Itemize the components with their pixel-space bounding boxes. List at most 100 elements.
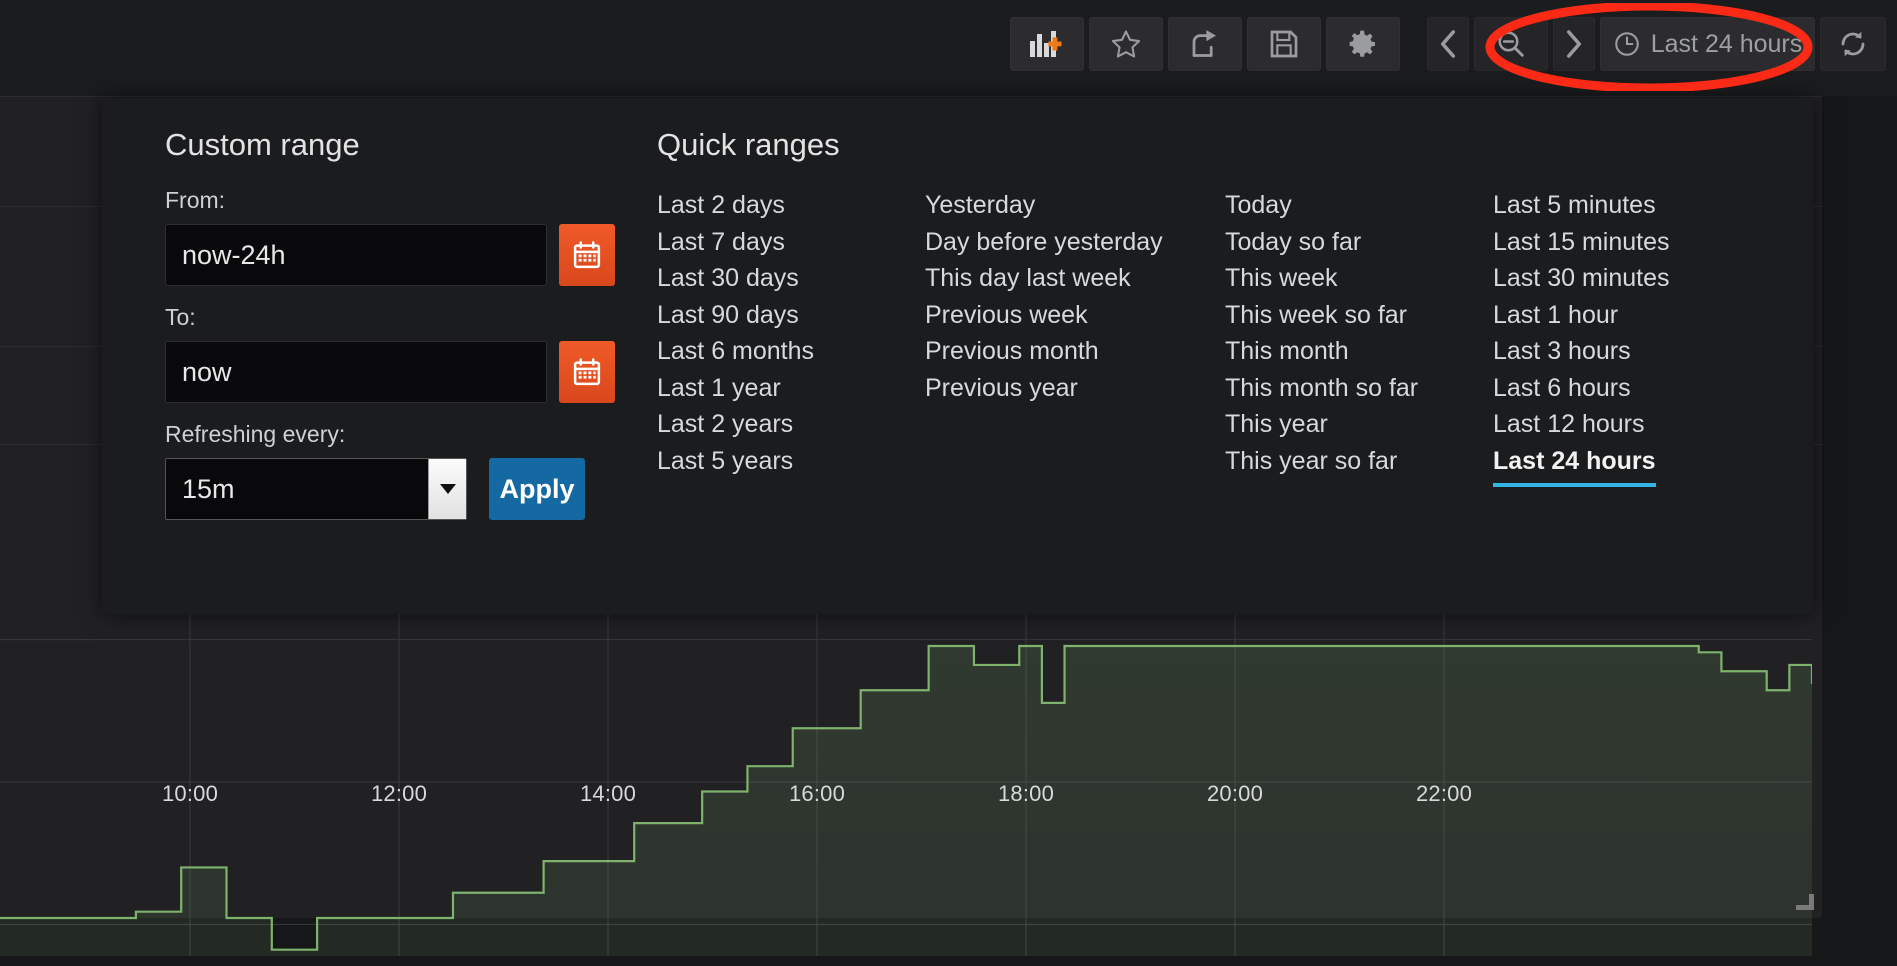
quick-ranges-section: Quick ranges Last 2 days Last 7 days Last …	[649, 127, 1812, 520]
quick-range-item[interactable]: This year so far	[1225, 443, 1397, 480]
quick-range-item[interactable]: This day last week	[925, 260, 1131, 297]
calendar-icon	[573, 358, 601, 386]
quick-range-item[interactable]: This year	[1225, 406, 1328, 443]
quick-range-item[interactable]: Last 2 years	[657, 406, 793, 443]
quick-range-row: Last 2 days	[657, 187, 925, 224]
refresh-icon	[1841, 31, 1865, 57]
star-button[interactable]	[1089, 17, 1163, 71]
quick-range-row: Previous month	[925, 333, 1225, 370]
quick-range-item[interactable]: Last 30 minutes	[1493, 260, 1670, 297]
gear-icon	[1349, 30, 1375, 57]
quick-range-row: Last 6 hours	[1493, 370, 1761, 407]
quick-range-item[interactable]: This week so far	[1225, 297, 1407, 334]
panel-divider	[0, 96, 1822, 97]
time-shift-forward-button[interactable]	[1553, 17, 1595, 71]
quick-range-item[interactable]: Last 12 hours	[1493, 406, 1645, 443]
quick-range-item[interactable]: Last 90 days	[657, 297, 799, 334]
refresh-interval-select[interactable]: 15m	[165, 458, 467, 520]
dashboard-root: 10:00 12:00 14:00 16:00 18:00 20:00 22:00	[0, 0, 1897, 966]
x-axis-tick-label: 20:00	[1206, 781, 1264, 806]
quick-range-item[interactable]: Last 30 days	[657, 260, 799, 297]
quick-range-row: Day before yesterday	[925, 224, 1225, 261]
refresh-interval-select-wrap: 15m	[165, 458, 467, 520]
quick-range-row: This week	[1225, 260, 1493, 297]
quick-range-item[interactable]: Last 2 days	[657, 187, 785, 224]
panel-resize-handle[interactable]	[1796, 892, 1814, 910]
quick-range-row: Last 7 days	[657, 224, 925, 261]
apply-button[interactable]: Apply	[489, 458, 585, 520]
quick-range-row: This day last week	[925, 260, 1225, 297]
quick-range-row: Today so far	[1225, 224, 1493, 261]
graph-x-axis: 10:00 12:00 14:00 16:00 18:00 20:00 22:00	[0, 781, 1812, 821]
quick-range-row: Last 90 days	[657, 297, 925, 334]
quick-range-row: Last 12 hours	[1493, 406, 1761, 443]
quick-range-row: This month	[1225, 333, 1493, 370]
settings-button[interactable]	[1326, 17, 1400, 71]
refresh-row: 15m Apply	[165, 458, 649, 520]
quick-range-row: Last 2 years	[657, 406, 925, 443]
quick-range-row: Last 1 year	[657, 370, 925, 407]
quick-range-row: Today	[1225, 187, 1493, 224]
to-input[interactable]	[165, 341, 547, 403]
quick-range-item[interactable]: Last 15 minutes	[1493, 224, 1670, 261]
quick-range-item[interactable]: This month so far	[1225, 370, 1418, 407]
quick-ranges-column-2: Yesterday Day before yesterday This day la…	[925, 187, 1225, 479]
quick-range-row: This year	[1225, 406, 1493, 443]
quick-range-item[interactable]: Last 24 hours	[1493, 443, 1656, 487]
quick-range-item[interactable]: Previous month	[925, 333, 1099, 370]
save-icon	[1270, 30, 1298, 58]
to-calendar-button[interactable]	[559, 341, 615, 403]
quick-range-row: Previous year	[925, 370, 1225, 407]
quick-range-item[interactable]: Today	[1225, 187, 1292, 224]
clock-icon	[1614, 32, 1639, 56]
from-calendar-button[interactable]	[559, 224, 615, 286]
calendar-icon	[573, 241, 601, 269]
refresh-button[interactable]	[1820, 17, 1886, 71]
share-icon	[1192, 29, 1216, 57]
quick-range-row: Last 5 years	[657, 443, 925, 480]
save-button[interactable]	[1247, 17, 1321, 71]
quick-range-row: Last 1 hour	[1493, 297, 1761, 334]
star-icon	[1111, 29, 1141, 57]
quick-range-item[interactable]: Last 1 year	[657, 370, 781, 407]
x-axis-tick-label: 22:00	[1415, 781, 1473, 806]
from-input[interactable]	[165, 224, 547, 286]
quick-ranges-column-3: Today Today so far This week This week so f…	[1225, 187, 1493, 479]
quick-range-item[interactable]: Last 6 months	[657, 333, 814, 370]
quick-range-row: Last 30 days	[657, 260, 925, 297]
quick-range-row: Last 3 hours	[1493, 333, 1761, 370]
x-axis-tick-label: 10:00	[161, 781, 219, 806]
time-range-picker-button[interactable]: Last 24 hours	[1600, 17, 1815, 71]
from-field-row	[165, 224, 649, 286]
quick-range-item[interactable]: This month	[1225, 333, 1349, 370]
custom-range-title: Custom range	[165, 127, 360, 162]
quick-range-item[interactable]: Last 6 hours	[1493, 370, 1631, 407]
quick-range-item[interactable]: Last 3 hours	[1493, 333, 1631, 370]
quick-range-row: Last 24 hours	[1493, 443, 1761, 487]
quick-ranges-column-1: Last 2 days Last 7 days Last 30 days Last 9…	[657, 187, 925, 479]
time-shift-back-button[interactable]	[1427, 17, 1469, 71]
quick-range-item[interactable]: Last 7 days	[657, 224, 785, 261]
add-panel-button[interactable]	[1010, 17, 1084, 71]
quick-range-item[interactable]: Day before yesterday	[925, 224, 1163, 261]
quick-range-item[interactable]: Yesterday	[925, 187, 1035, 224]
dashboard-toolbar: Last 24 hours	[1010, 0, 1897, 88]
x-axis-tick-label: 18:00	[997, 781, 1055, 806]
quick-range-item[interactable]: Today so far	[1225, 224, 1361, 261]
quick-range-item[interactable]: Previous week	[925, 297, 1088, 334]
quick-range-row: Last 15 minutes	[1493, 224, 1761, 261]
quick-range-item[interactable]: Previous year	[925, 370, 1078, 407]
custom-range-section: Custom range From: now-24h To: now Refre…	[103, 127, 649, 520]
from-label: From:	[165, 187, 226, 213]
quick-range-item[interactable]: Last 1 hour	[1493, 297, 1618, 334]
quick-range-item[interactable]: Last 5 minutes	[1493, 187, 1656, 224]
share-button[interactable]	[1168, 17, 1242, 71]
quick-range-item[interactable]: This week	[1225, 260, 1338, 297]
refresh-interval-label: Refreshing every:	[165, 421, 346, 447]
quick-range-item[interactable]: Last 5 years	[657, 443, 793, 480]
chevron-left-icon	[1440, 30, 1456, 58]
quick-ranges-grid: Last 2 days Last 7 days Last 30 days Last 9…	[657, 187, 1812, 487]
quick-range-row: Last 30 minutes	[1493, 260, 1761, 297]
zoom-out-button[interactable]	[1474, 17, 1548, 71]
